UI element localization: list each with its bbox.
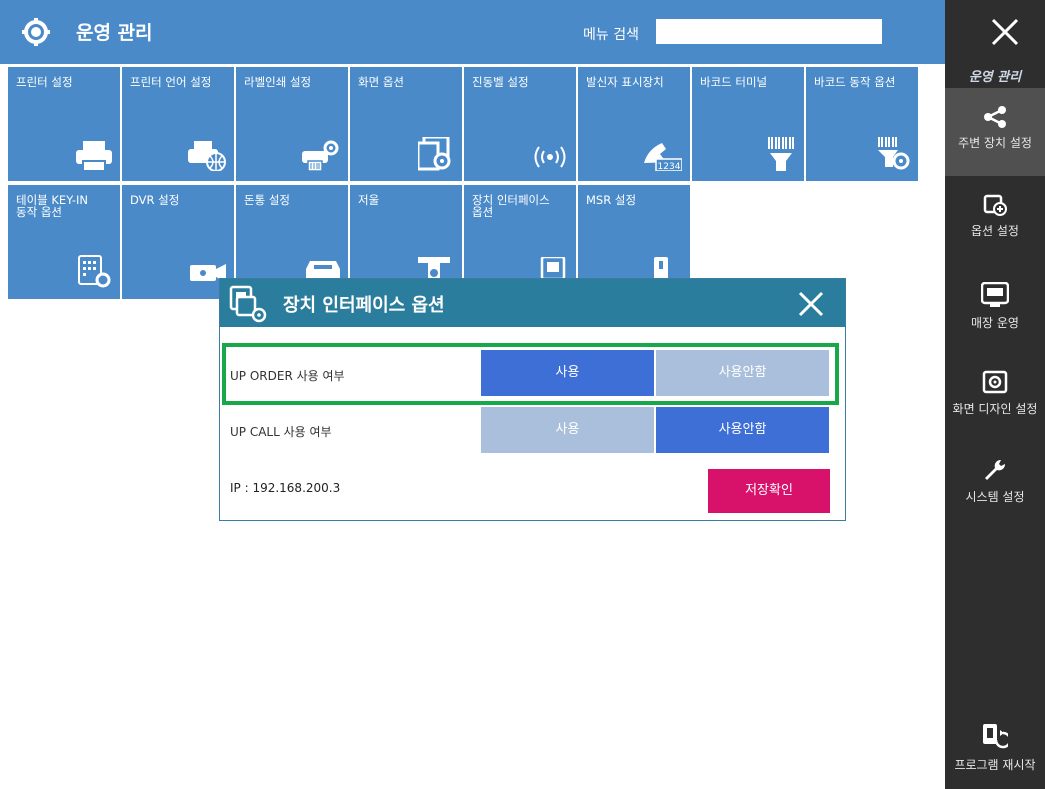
caller-id-icon: 1234 <box>644 143 682 171</box>
restart-label: 프로그램 재시작 <box>954 758 1036 772</box>
vibration-bell-icon <box>534 146 566 168</box>
screen-add-icon <box>983 194 1007 216</box>
scale-icon <box>418 257 450 279</box>
up-call-row: UP CALL 사용 여부 사용 사용안함 <box>220 407 845 455</box>
close-button[interactable] <box>945 0 1045 64</box>
keypad-gear-icon <box>78 255 111 288</box>
tile-caller-id[interactable]: 발신자 표시장치 1234 <box>578 67 690 181</box>
menu-search-label: 메뉴 검색 <box>583 27 639 43</box>
close-icon <box>991 18 1019 46</box>
dialog-title: 장치 인터페이스 옵션 <box>283 295 445 316</box>
device-interface-dialog: 장치 인터페이스 옵션 UP ORDER 사용 여부 사용 사용안함 UP CA… <box>219 278 846 521</box>
sidebar-item-label: 매장 운영 <box>971 316 1019 330</box>
save-confirm-button[interactable]: 저장확인 <box>708 469 830 513</box>
wrench-icon <box>985 459 1006 480</box>
tile-dvr-settings[interactable]: DVR 설정 <box>122 185 234 299</box>
tile-label: 바코드 터미널 <box>700 75 768 89</box>
up-call-use-button[interactable]: 사용 <box>481 407 654 453</box>
up-order-row: UP ORDER 사용 여부 사용 사용안함 <box>220 349 845 397</box>
sidebar-item-screen-design[interactable]: 화면 디자인 설정 <box>945 352 1045 440</box>
menu-search-input[interactable] <box>656 19 882 44</box>
up-call-not-use-button[interactable]: 사용안함 <box>656 407 829 453</box>
tile-label: 장치 인터페이스 옵션 <box>472 193 550 219</box>
restart-icon <box>983 724 1008 749</box>
tile-printer-language[interactable]: 프린터 언어 설정 <box>122 67 234 181</box>
sidebar-item-label: 화면 디자인 설정 <box>952 402 1038 416</box>
tile-label: DVR 설정 <box>130 193 180 207</box>
tile-label: 돈통 설정 <box>244 193 290 207</box>
printer-icon <box>76 141 112 171</box>
cash-drawer-icon <box>306 261 340 279</box>
top-bar: 운영 관리 메뉴 검색 <box>0 0 945 64</box>
card-reader-icon <box>654 257 668 279</box>
tile-label: 프린터 언어 설정 <box>130 75 212 89</box>
gear-icon <box>22 18 50 46</box>
restart-program-button[interactable]: 프로그램 재시작 <box>945 712 1045 789</box>
tile-barcode-terminal[interactable]: 바코드 터미널 <box>692 67 804 181</box>
device-interface-icon <box>540 257 566 279</box>
tile-printer-settings[interactable]: 프린터 설정 <box>8 67 120 181</box>
tile-vibration-bell[interactable]: 진동벨 설정 <box>464 67 576 181</box>
tile-table-keyin[interactable]: 테이블 KEY-IN 동작 옵션 <box>8 185 120 299</box>
sidebar-item-label: 주변 장치 설정 <box>958 136 1032 150</box>
tile-label: 프린터 설정 <box>16 75 73 89</box>
tile-screen-options[interactable]: 화면 옵션 <box>350 67 462 181</box>
sidebar-item-store-operation[interactable]: 매장 운영 <box>945 264 1045 352</box>
tile-label: 발신자 표시장치 <box>586 75 664 89</box>
up-order-label: UP ORDER 사용 여부 <box>230 369 345 383</box>
close-icon[interactable] <box>798 291 824 317</box>
sidebar-item-system-settings[interactable]: 시스템 설정 <box>945 440 1045 528</box>
device-interface-icon <box>229 285 267 323</box>
tile-label: 진동벨 설정 <box>472 75 529 89</box>
screen-gear-icon <box>418 137 451 171</box>
svg-text:1234: 1234 <box>658 162 681 171</box>
label-printer-icon <box>302 140 339 171</box>
tile-label: MSR 설정 <box>586 193 637 207</box>
tile-label: 화면 옵션 <box>358 75 404 89</box>
sidebar-title: 운영 관리 <box>968 70 1022 85</box>
tile-label: 라벨인쇄 설정 <box>244 75 312 89</box>
page-title: 운영 관리 <box>76 22 153 44</box>
sidebar-item-label: 옵션 설정 <box>971 224 1019 238</box>
tile-label: 저울 <box>358 193 380 207</box>
sidebar-item-option-settings[interactable]: 옵션 설정 <box>945 176 1045 264</box>
sidebar-item-peripheral-settings[interactable]: 주변 장치 설정 <box>945 88 1045 176</box>
sidebar-item-label: 시스템 설정 <box>965 490 1025 504</box>
sidebar: 운영 관리 주변 장치 설정 옵션 설정 매장 운영 화면 디자인 설정 시스템… <box>945 0 1045 789</box>
ip-address: IP : 192.168.200.3 <box>230 481 341 495</box>
tile-label: 테이블 KEY-IN 동작 옵션 <box>16 193 89 219</box>
barcode-scanner-icon <box>768 137 794 171</box>
pos-register-icon <box>981 282 1009 307</box>
up-call-label: UP CALL 사용 여부 <box>230 425 332 439</box>
barcode-gear-icon <box>878 137 910 170</box>
up-order-use-button[interactable]: 사용 <box>481 350 654 396</box>
tile-barcode-options[interactable]: 바코드 동작 옵션 <box>806 67 918 181</box>
share-icon <box>984 106 1006 128</box>
dialog-header: 장치 인터페이스 옵션 <box>220 279 845 327</box>
up-order-not-use-button[interactable]: 사용안함 <box>656 350 829 396</box>
tile-label: 바코드 동작 옵션 <box>814 75 896 89</box>
printer-globe-icon <box>188 141 226 171</box>
tile-label-printing[interactable]: 라벨인쇄 설정 <box>236 67 348 181</box>
monitor-gear-icon <box>982 370 1008 394</box>
